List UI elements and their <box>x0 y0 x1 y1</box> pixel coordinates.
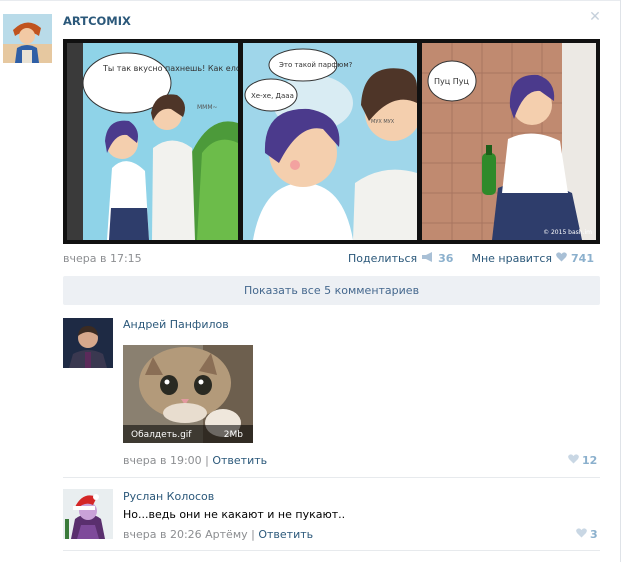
show-all-comments-button[interactable]: Показать все 5 комментариев <box>63 276 600 305</box>
comment-divider <box>63 550 600 551</box>
like-button[interactable]: Мне нравится <box>471 252 552 265</box>
share-count[interactable]: 36 <box>438 252 453 265</box>
comic-panel2-bubble2: Хе-хе, Дааа <box>251 92 294 100</box>
top-border <box>0 0 620 1</box>
comic-panel-3: Пуц Пуц <box>422 43 596 240</box>
comment-like-button[interactable]: 12 <box>568 454 597 467</box>
comment-author[interactable]: Руслан Колосов <box>123 490 214 503</box>
comic-panel3-bubble: Пуц Пуц <box>434 77 469 86</box>
comment-text: Но...ведь они не какают и не пукают.. <box>123 508 346 521</box>
gif-filename: Обалдеть.gif <box>131 430 192 440</box>
reply-button[interactable]: Ответить <box>212 454 267 467</box>
comment-time[interactable]: вчера в 20:26 Артёму <box>123 528 248 541</box>
comic-credit: © 2015 bash.im <box>543 229 592 236</box>
comment-avatar[interactable] <box>63 318 113 368</box>
heart-icon <box>576 528 587 541</box>
share-button[interactable]: Поделиться <box>348 252 417 265</box>
comic-panel1-sfx: МММ~ <box>197 104 218 111</box>
post-comic-image[interactable]: Ты так вкусно пахнешь! Как елочка, шишка… <box>63 39 600 244</box>
comic-panel-1: Ты так вкусно пахнешь! Как елочка, шишка… <box>67 43 238 240</box>
comment-divider <box>63 477 600 478</box>
comment-like-count: 3 <box>590 528 598 541</box>
comic-panel2-sfx: МУХ МУХ <box>371 119 395 125</box>
post-time[interactable]: вчера в 17:15 <box>63 252 142 265</box>
comment-like-button[interactable]: 3 <box>576 528 598 541</box>
comment-meta: вчера в 19:00 | Ответить <box>123 454 267 467</box>
like-count[interactable]: 741 <box>571 252 594 265</box>
heart-icon[interactable] <box>556 252 567 265</box>
post-author-avatar[interactable] <box>3 14 52 63</box>
gif-size: 2Mb <box>223 430 243 440</box>
heart-icon <box>568 454 579 467</box>
comment-time[interactable]: вчера в 19:00 <box>123 454 202 467</box>
comment-author[interactable]: Андрей Панфилов <box>123 318 229 331</box>
right-border <box>620 0 621 562</box>
reply-button[interactable]: Ответить <box>258 528 313 541</box>
post-author-name[interactable]: ARTCOMIX <box>63 14 131 28</box>
comic-panel2-bubble1: Это такой парфюм? <box>279 61 353 69</box>
close-icon[interactable]: ✕ <box>588 10 602 24</box>
comic-panel1-bubble: Ты так вкусно пахнешь! Как елочка, шишка… <box>102 64 238 73</box>
comment-avatar[interactable] <box>63 489 113 539</box>
megaphone-icon[interactable] <box>421 252 434 265</box>
post-actions: Поделиться 36 Мне нравится 741 <box>348 252 594 265</box>
comic-panel-2: Это такой парфюм? Хе-хе, Дааа МУХ МУХ <box>243 43 417 240</box>
comment-meta: вчера в 20:26 Артёму | Ответить <box>123 528 313 541</box>
comment-like-count: 12 <box>582 454 598 467</box>
gif-attachment[interactable]: Обалдеть.gif 2Mb <box>123 345 253 443</box>
